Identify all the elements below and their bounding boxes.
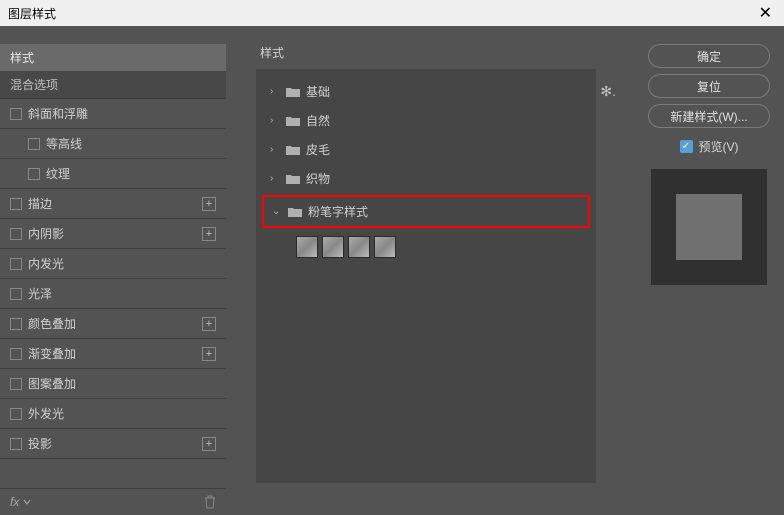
- effects-panel: 样式 混合选项 斜面和浮雕等高线纹理描边 + 内阴影 + 内发光光泽颜色叠加 + 渐变叠加 +…: [0, 26, 226, 515]
- effect-checkbox[interactable]: [28, 168, 40, 180]
- effect-row[interactable]: 颜色叠加 +: [0, 309, 226, 339]
- effect-checkbox[interactable]: [10, 438, 22, 450]
- effect-row[interactable]: 光泽: [0, 279, 226, 309]
- effect-row[interactable]: 渐变叠加 +: [0, 339, 226, 369]
- check-icon: ✓: [680, 140, 693, 153]
- effect-row[interactable]: 斜面和浮雕: [0, 99, 226, 129]
- effect-label: 颜色叠加: [28, 315, 76, 332]
- style-thumbnail[interactable]: [296, 236, 318, 258]
- plus-icon[interactable]: +: [202, 197, 216, 211]
- folder-label: 自然: [306, 112, 330, 129]
- preview-box: [651, 169, 767, 285]
- effect-label: 渐变叠加: [28, 345, 76, 362]
- window-title: 图层样式: [8, 5, 56, 22]
- folder-row[interactable]: › 皮毛: [256, 135, 596, 164]
- effect-row[interactable]: 内阴影 +: [0, 219, 226, 249]
- effect-label: 等高线: [46, 135, 82, 152]
- plus-icon[interactable]: +: [202, 437, 216, 451]
- effect-checkbox[interactable]: [28, 138, 40, 150]
- effect-row[interactable]: 外发光: [0, 399, 226, 429]
- close-icon[interactable]: ✕: [755, 3, 776, 23]
- effect-checkbox[interactable]: [10, 198, 22, 210]
- folder-icon: [286, 144, 300, 156]
- blending-options[interactable]: 混合选项: [0, 71, 226, 99]
- folder-row[interactable]: ⌄ 粉笔字样式: [264, 197, 588, 226]
- folder-icon: [286, 115, 300, 127]
- effect-checkbox[interactable]: [10, 108, 22, 120]
- panel-footer: fx: [0, 488, 226, 515]
- chevron-right-icon: ›: [270, 86, 280, 97]
- gear-icon[interactable]: ✻.: [600, 83, 616, 100]
- chevron-right-icon: ›: [270, 173, 280, 184]
- folder-icon: [286, 86, 300, 98]
- folder-icon: [288, 206, 302, 218]
- effect-checkbox[interactable]: [10, 378, 22, 390]
- style-thumbnail[interactable]: [322, 236, 344, 258]
- styles-title: 样式: [256, 44, 616, 61]
- style-thumbnail[interactable]: [348, 236, 370, 258]
- folder-label: 粉笔字样式: [308, 203, 368, 220]
- effect-row[interactable]: 描边 +: [0, 189, 226, 219]
- chevron-down-icon: ⌄: [272, 206, 282, 217]
- right-panel: 确定 复位 新建样式(W)... ✓ 预览(V): [634, 26, 784, 515]
- ok-button[interactable]: 确定: [648, 44, 770, 68]
- highlighted-folder: ⌄ 粉笔字样式: [262, 195, 590, 228]
- styles-container: ✻. ›基础›自然›皮毛›织物⌄粉笔字样式: [256, 69, 596, 483]
- reset-button[interactable]: 复位: [648, 74, 770, 98]
- effect-label: 投影: [28, 435, 52, 452]
- folder-row[interactable]: › 织物: [256, 164, 596, 193]
- effect-row[interactable]: 等高线: [0, 129, 226, 159]
- folder-label: 皮毛: [306, 141, 330, 158]
- effect-checkbox[interactable]: [10, 288, 22, 300]
- plus-icon[interactable]: +: [202, 227, 216, 241]
- chevron-right-icon: ›: [270, 144, 280, 155]
- effect-label: 纹理: [46, 165, 70, 182]
- chevron-right-icon: ›: [270, 115, 280, 126]
- effect-checkbox[interactable]: [10, 408, 22, 420]
- effect-label: 内阴影: [28, 225, 64, 242]
- folder-label: 织物: [306, 170, 330, 187]
- effect-row[interactable]: 内发光: [0, 249, 226, 279]
- styles-header[interactable]: 样式: [0, 44, 226, 71]
- effect-label: 内发光: [28, 255, 64, 272]
- styles-panel: 样式 ✻. › 基础 › 自然 › 皮毛 › 织物 ⌄ 粉笔字样式: [226, 26, 634, 515]
- preview-label: 预览(V): [699, 138, 739, 155]
- effect-label: 外发光: [28, 405, 64, 422]
- effect-label: 斜面和浮雕: [28, 105, 88, 122]
- new-style-button[interactable]: 新建样式(W)...: [648, 104, 770, 128]
- effect-checkbox[interactable]: [10, 318, 22, 330]
- folder-row[interactable]: › 自然: [256, 106, 596, 135]
- effect-checkbox[interactable]: [10, 228, 22, 240]
- effect-row[interactable]: 图案叠加: [0, 369, 226, 399]
- trash-icon[interactable]: [204, 495, 216, 509]
- effect-row[interactable]: 投影 +: [0, 429, 226, 459]
- effect-label: 图案叠加: [28, 375, 76, 392]
- effect-label: 描边: [28, 195, 52, 212]
- effect-checkbox[interactable]: [10, 258, 22, 270]
- preview-swatch: [676, 194, 742, 260]
- effect-label: 光泽: [28, 285, 52, 302]
- folder-row[interactable]: › 基础: [256, 77, 596, 106]
- style-thumbnail[interactable]: [374, 236, 396, 258]
- folder-label: 基础: [306, 83, 330, 100]
- plus-icon[interactable]: +: [202, 317, 216, 331]
- fx-icon[interactable]: fx: [10, 495, 31, 509]
- style-thumbnails: [256, 230, 596, 264]
- effect-row[interactable]: 纹理: [0, 159, 226, 189]
- preview-toggle[interactable]: ✓ 预览(V): [680, 138, 739, 155]
- titlebar: 图层样式 ✕: [0, 0, 784, 26]
- folder-icon: [286, 173, 300, 185]
- effect-checkbox[interactable]: [10, 348, 22, 360]
- plus-icon[interactable]: +: [202, 347, 216, 361]
